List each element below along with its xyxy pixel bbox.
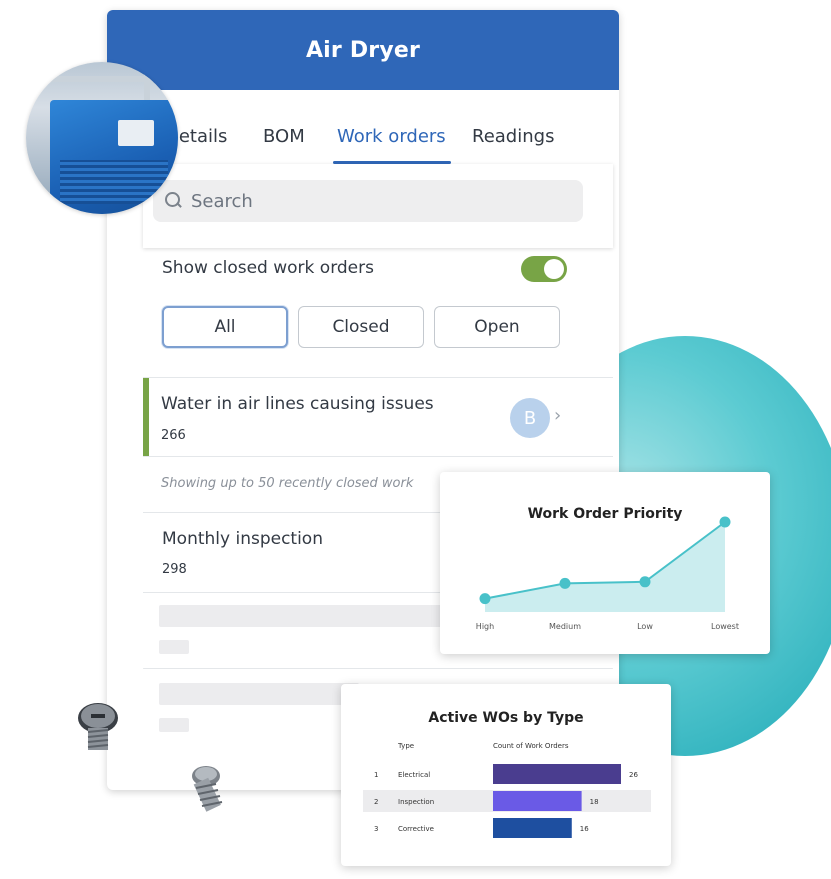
column-header: Type — [397, 742, 414, 750]
work-order-number: 266 — [161, 428, 186, 443]
value-label: 26 — [629, 771, 638, 779]
bar — [493, 818, 572, 838]
divider — [143, 668, 613, 669]
avatar: B — [510, 398, 550, 438]
work-order-number: 298 — [162, 562, 187, 577]
filter-all-button[interactable]: All — [162, 306, 288, 348]
show-closed-toggle[interactable] — [521, 256, 567, 282]
tab-work-orders[interactable]: Work orders — [337, 126, 446, 147]
data-point — [479, 593, 491, 605]
priority-chart-card: Work Order Priority High Medium Low Lowest — [440, 472, 770, 654]
row-index: 1 — [374, 771, 378, 779]
wos-by-type-card: Active WOs by Type Type Count of Work Ord… — [341, 684, 671, 866]
skeleton-line — [159, 640, 189, 654]
skeleton-line — [159, 605, 449, 627]
asset-card: Air Dryer Details BOM Work orders Readin… — [107, 10, 619, 790]
search-container — [143, 164, 613, 248]
category-label: Inspection — [398, 798, 434, 806]
tab-bar: Details BOM Work orders Readings — [107, 118, 619, 168]
show-closed-label: Show closed work orders — [162, 258, 374, 278]
area-fill — [485, 522, 725, 612]
air-dryer-machine — [50, 100, 178, 214]
category-label: Corrective — [398, 825, 434, 833]
asset-photo — [26, 62, 178, 214]
x-tick-label: Lowest — [711, 622, 739, 631]
screw-icon — [78, 703, 118, 750]
card-header: Air Dryer — [107, 10, 619, 90]
search-box[interactable] — [153, 180, 583, 222]
tab-readings[interactable]: Readings — [472, 126, 554, 147]
bar — [493, 764, 621, 784]
machine-grill — [60, 160, 168, 204]
work-order-title[interactable]: Monthly inspection — [162, 529, 323, 549]
data-point — [559, 577, 571, 589]
value-label: 16 — [580, 825, 589, 833]
x-tick-label: High — [476, 622, 494, 631]
work-order-title: Water in air lines causing issues — [161, 394, 434, 414]
x-tick-label: Medium — [549, 622, 581, 631]
category-label: Electrical — [398, 771, 430, 779]
work-order-row[interactable]: Water in air lines causing issues 266 B … — [143, 377, 613, 457]
status-bar — [143, 378, 149, 456]
chevron-right-icon[interactable]: › — [554, 405, 561, 426]
skeleton-line — [159, 718, 189, 732]
page-title: Air Dryer — [305, 37, 421, 63]
skeleton-line — [159, 683, 359, 705]
tab-bom[interactable]: BOM — [263, 126, 305, 147]
data-point — [639, 576, 651, 588]
priority-chart: High Medium Low Lowest — [476, 516, 739, 631]
closed-orders-note: Showing up to 50 recently closed work — [161, 476, 414, 491]
row-index: 2 — [374, 798, 378, 806]
search-input[interactable] — [191, 190, 551, 212]
row-index: 3 — [374, 825, 378, 833]
control-panel — [118, 120, 154, 146]
screw-icon — [192, 766, 223, 812]
toggle-knob — [544, 259, 564, 279]
filter-open-button[interactable]: Open — [434, 306, 560, 348]
data-point — [719, 516, 731, 528]
type-bar-chart: Type Count of Work Orders 1 Electrical 26 2 In… — [363, 742, 651, 838]
value-label: 18 — [590, 798, 599, 806]
filter-closed-button[interactable]: Closed — [298, 306, 424, 348]
x-tick-label: Low — [637, 622, 653, 631]
bar — [493, 791, 582, 811]
column-header: Count of Work Orders — [493, 742, 569, 750]
